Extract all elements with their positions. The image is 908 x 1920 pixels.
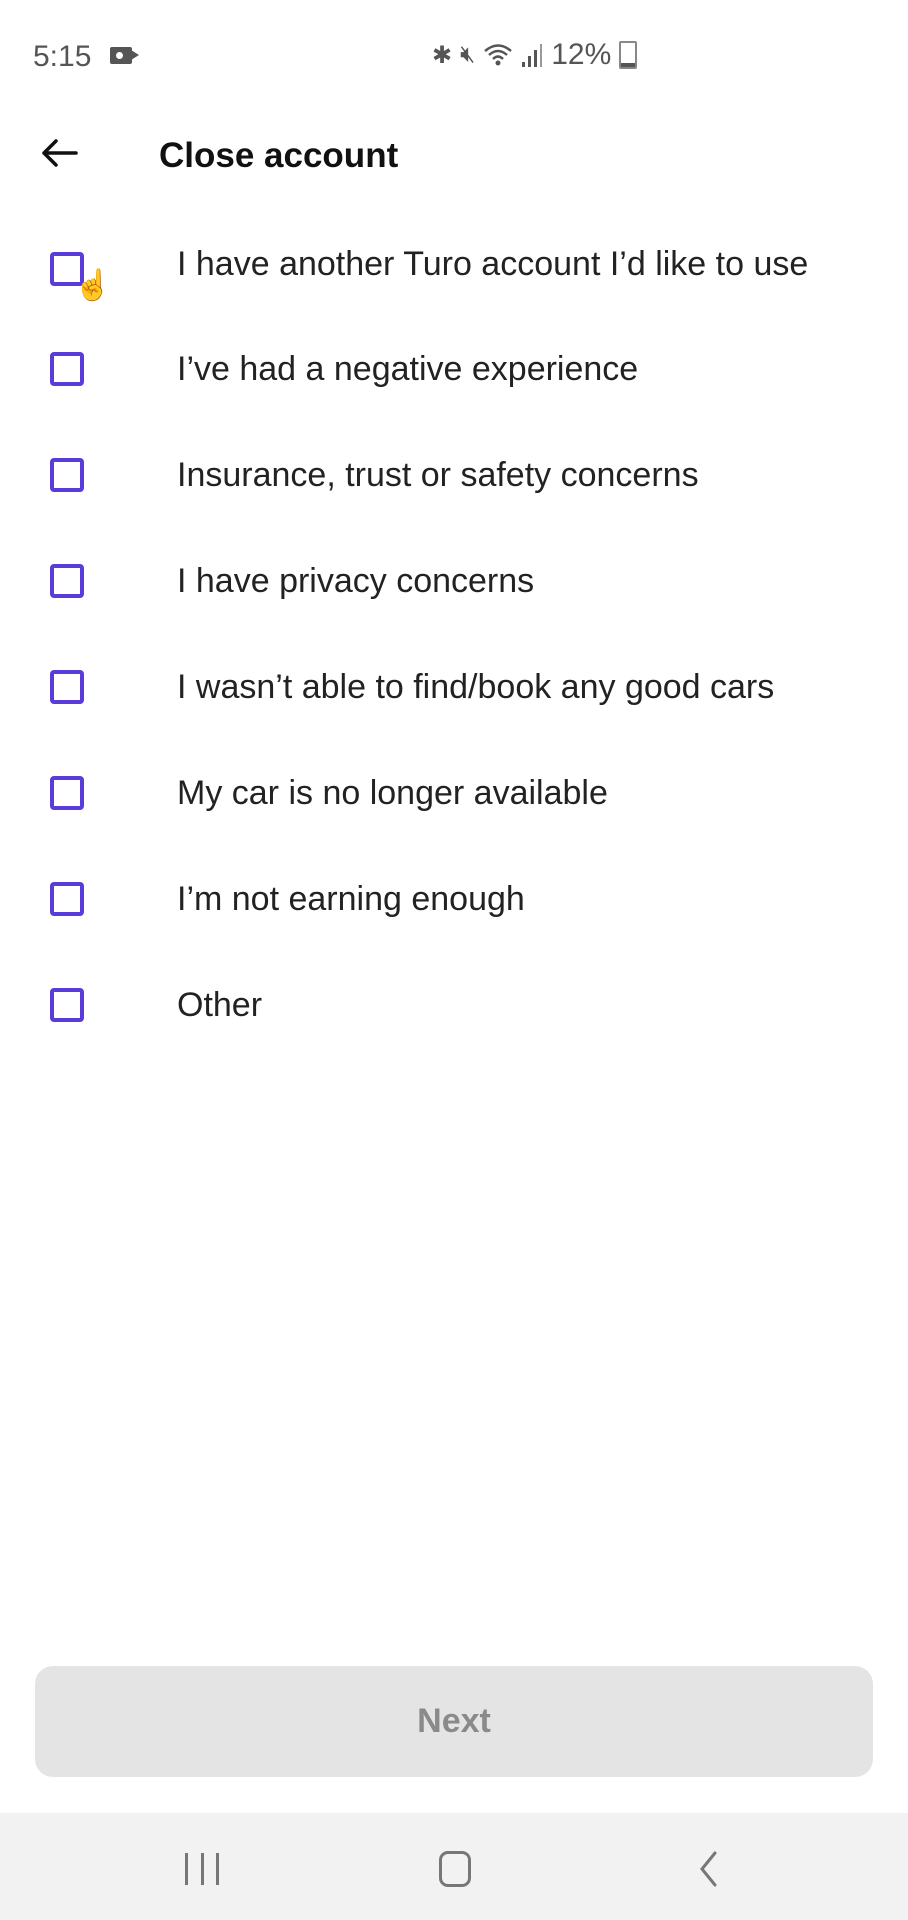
reason-options-list: ☝ I have another Turo account I’d like t… [0, 212, 908, 1058]
option-label: My car is no longer available [177, 774, 608, 812]
option-label: I’ve had a negative experience [177, 350, 639, 388]
signal-icon [522, 44, 543, 67]
option-insurance-trust-safety[interactable]: Insurance, trust or safety concerns [0, 422, 908, 528]
checkbox[interactable] [50, 352, 84, 386]
next-button[interactable]: Next [35, 1666, 873, 1777]
page-title: Close account [159, 136, 399, 175]
option-another-account[interactable]: ☝ I have another Turo account I’d like t… [0, 212, 908, 316]
bluetooth-icon: ✱ [432, 41, 453, 69]
app-header: Close account [0, 120, 908, 190]
pointer-cursor-icon: ☝ [74, 269, 112, 302]
option-car-unavailable[interactable]: My car is no longer available [0, 740, 908, 846]
wifi-icon [484, 44, 513, 66]
screen-record-icon [110, 47, 139, 64]
recents-line-icon [216, 1853, 219, 1885]
option-label: I’m not earning enough [177, 880, 525, 918]
status-icons: ✱ 🔇︎ 12% [432, 38, 638, 72]
option-label: I have privacy concerns [177, 562, 535, 600]
back-button[interactable] [36, 128, 86, 178]
recent-apps-button[interactable] [185, 1853, 219, 1885]
recents-line-icon [200, 1853, 204, 1885]
battery-percent: 12% [551, 38, 612, 71]
checkbox[interactable] [50, 988, 84, 1022]
option-negative-experience[interactable]: I’ve had a negative experience [0, 316, 908, 422]
checkbox[interactable] [50, 458, 84, 492]
option-label: Other [177, 986, 263, 1024]
status-bar: 5:15 ✱ 🔇︎ 12% [0, 0, 908, 110]
option-label: I have another Turo account I’d like to … [177, 245, 809, 283]
system-nav-bar [0, 1813, 908, 1920]
option-label: I wasn’t able to find/book any good cars [177, 668, 775, 706]
option-no-good-cars[interactable]: I wasn’t able to find/book any good cars [0, 634, 908, 740]
option-other[interactable]: Other [0, 952, 908, 1058]
checkbox[interactable] [50, 564, 84, 598]
status-time: 5:15 [33, 40, 92, 73]
mute-icon: 🔇︎ [460, 41, 476, 68]
arrow-left-icon [42, 139, 78, 167]
option-privacy-concerns[interactable]: I have privacy concerns [0, 528, 908, 634]
system-back-button[interactable] [698, 1851, 718, 1887]
battery-charging-icon [619, 41, 638, 69]
checkbox[interactable] [50, 776, 84, 810]
option-label: Insurance, trust or safety concerns [177, 456, 699, 494]
checkbox[interactable] [50, 882, 84, 916]
option-not-earning-enough[interactable]: I’m not earning enough [0, 846, 908, 952]
home-button[interactable] [439, 1851, 471, 1887]
checkbox[interactable] [50, 670, 84, 704]
recents-line-icon [185, 1853, 188, 1885]
